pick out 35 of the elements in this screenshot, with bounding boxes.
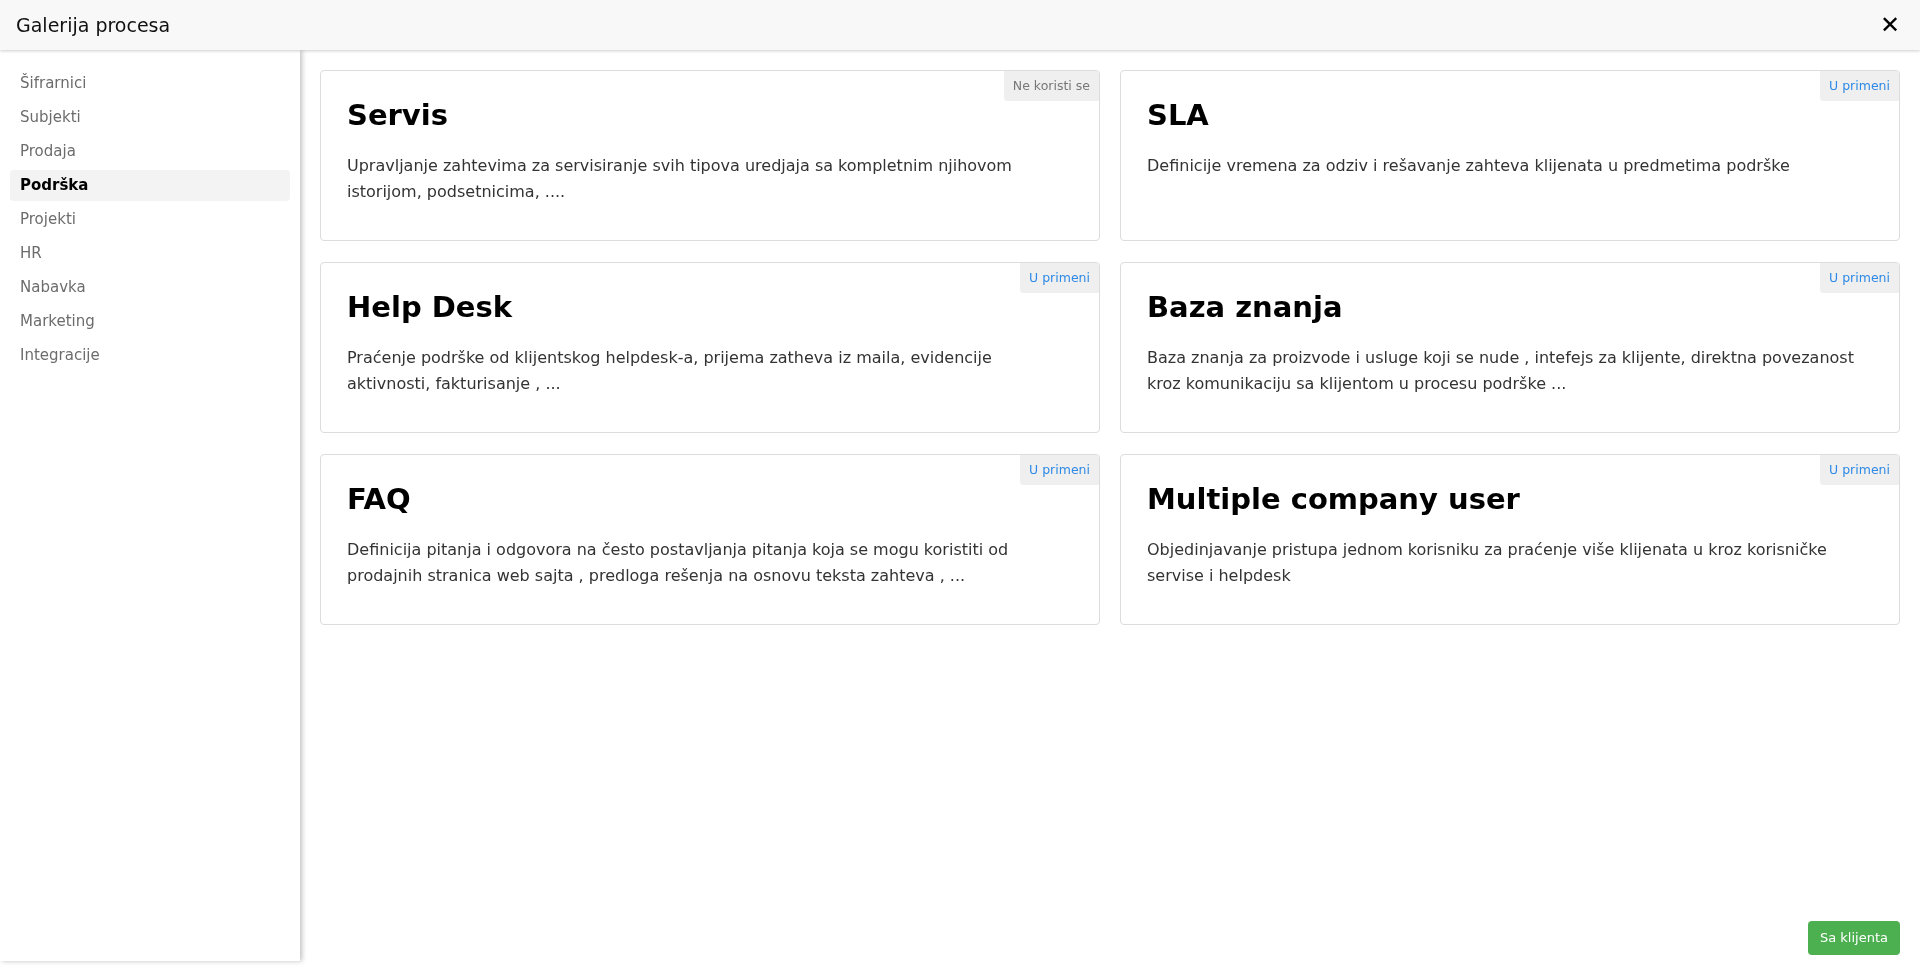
sidebar-item[interactable]: HR — [10, 238, 290, 269]
card-title: Baza znanja — [1147, 290, 1344, 325]
status-badge: U primeni — [1820, 263, 1899, 293]
status-badge: U primeni — [1820, 71, 1899, 101]
card-title: Multiple company user — [1147, 482, 1521, 517]
status-badge: U primeni — [1820, 455, 1899, 485]
process-card[interactable]: FAQ Definicija pitanja i odgovora na često postavljanja pitanja koja se mogu koristiti od prodajnih stranica web sajta , predloga rešenja na osnovu teksta zahteva , ... U primeni — [320, 454, 1100, 625]
card-description: Praćenje podrške od klijentskog helpdesk-a, prijema zatheva iz maila, evidencije aktivnosti, fakturisanje , ... — [347, 346, 993, 395]
card-description: Definicije vremena za odziv i rešavanje zahteva klijenata u predmetima podrške — [1147, 154, 1791, 177]
card-description: Upravljanje zahtevima za servisiranje svih tipova uredjaja sa kompletnim njihovom istorijom, podsetnicima, .... — [347, 154, 1013, 203]
process-card[interactable]: Baza znanja Baza znanja za proizvode i usluge koji se nude , intefejs za klijente, direktna povezanost kroz komunikaciju sa klijentom u procesu podrške ... U primeni — [1120, 262, 1900, 433]
process-card[interactable]: SLA Definicije vremena za odziv i rešavanje zahteva klijenata u predmetima podrške U primeni — [1120, 70, 1900, 241]
window-title: Galerija procesa — [16, 12, 171, 38]
process-card[interactable]: Multiple company user Objedinjavanje pristupa jednom korisniku za praćenje više klijenata u kroz korisničke servise i helpdesk U primeni — [1120, 454, 1900, 625]
status-badge: U primeni — [1020, 455, 1099, 485]
card-description: Definicija pitanja i odgovora na često postavljanja pitanja koja se mogu koristiti od prodajnih stranica web sajta , predloga rešenja na osnovu teksta zahteva , ... — [347, 538, 1010, 587]
sidebar-item[interactable]: Marketing — [10, 306, 290, 337]
card-description: Baza znanja za proizvode i usluge koji se nude , intefejs za klijente, direktna povezanost kroz komunikaciju sa klijentom u procesu podrške ... — [1147, 346, 1855, 395]
card-title: Help Desk — [347, 290, 514, 325]
close-button[interactable]: ✕ — [1875, 13, 1904, 37]
sidebar-item[interactable]: Integracije — [10, 340, 290, 371]
status-badge: Ne koristi se — [1003, 71, 1099, 101]
sidebar-item[interactable]: Prodaja — [10, 136, 290, 167]
sidebar-item[interactable]: Podrška — [10, 170, 290, 201]
card-title: FAQ — [347, 482, 412, 517]
sidebar-item[interactable]: Šifrarnici — [10, 68, 290, 99]
card-title: SLA — [1147, 98, 1210, 133]
card-description: Objedinjavanje pristupa jednom korisniku za praćenje više klijenata u kroz korisničke servise i helpdesk — [1147, 538, 1828, 587]
sidebar-item[interactable]: Subjekti — [10, 102, 290, 133]
sidebar-item[interactable]: Projekti — [10, 204, 290, 235]
process-card[interactable]: Help Desk Praćenje podrške od klijentskog helpdesk-a, prijema zatheva iz maila, evidencije aktivnosti, fakturisanje , ... U primeni — [320, 262, 1100, 433]
sidebar-item[interactable]: Nabavka — [10, 272, 290, 303]
process-card[interactable]: Servis Upravljanje zahtevima za servisiranje svih tipova uredjaja sa kompletnim njihovom istorijom, podsetnicima, .... Ne koristi se — [320, 70, 1100, 241]
status-badge: U primeni — [1020, 263, 1099, 293]
card-title: Servis — [347, 98, 449, 133]
